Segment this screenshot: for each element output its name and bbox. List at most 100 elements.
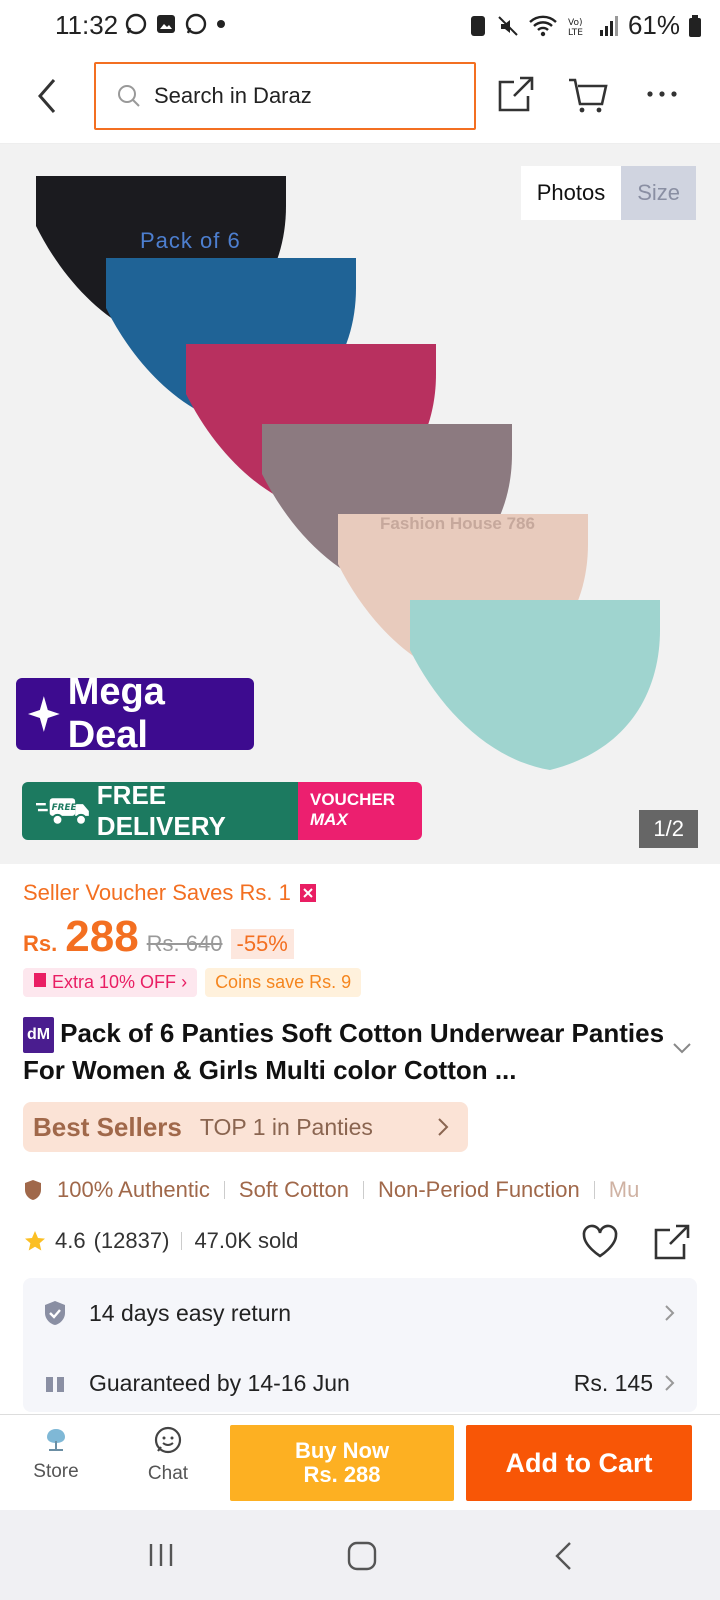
coins-promo[interactable]: Coins save Rs. 9 xyxy=(205,968,362,997)
delivery-fee: Rs. 145 xyxy=(573,1369,653,1396)
recent-apps-icon[interactable] xyxy=(146,1540,176,1575)
extra-off-promo[interactable]: Extra 10% OFF › xyxy=(23,968,198,997)
wishlist-heart-icon[interactable] xyxy=(580,1222,620,1262)
extra-off-text: Extra 10% OFF xyxy=(52,972,177,992)
system-icons: Vo) LTE 61% xyxy=(468,10,702,41)
rating-value: 4.6 xyxy=(55,1228,86,1253)
chat-button[interactable]: Chat xyxy=(136,1425,200,1485)
rating-count: (12837) xyxy=(93,1228,170,1253)
service-info: 14 days easy return Guaranteed by 14-16 … xyxy=(23,1278,697,1412)
whatsapp-icon xyxy=(125,13,147,35)
search-icon xyxy=(118,85,140,107)
best-sellers-banner[interactable]: Best Sellers TOP 1 in Panties xyxy=(23,1102,468,1152)
cart-icon[interactable] xyxy=(566,72,610,116)
free-delivery-text: FREE DELIVERY xyxy=(96,782,226,840)
media-toggle: Photos Size xyxy=(520,166,696,220)
product-title-text: Pack of 6 Panties Soft Cotton Underwear … xyxy=(23,1018,665,1085)
search-input[interactable]: Search in Daraz xyxy=(94,62,476,130)
chevron-right-icon xyxy=(665,1305,675,1321)
svg-text:Vo): Vo) xyxy=(568,18,582,28)
data-saver-icon xyxy=(470,15,485,36)
rating-row[interactable]: 4.6 (12837) 47.0K sold xyxy=(23,1228,298,1254)
chat-icon xyxy=(154,1426,182,1454)
current-price: 288 xyxy=(65,912,139,961)
delivery-text: Guaranteed by 14-16 Jun xyxy=(89,1369,350,1396)
whatsapp-icon xyxy=(185,13,207,35)
status-time: 11:32 xyxy=(55,10,119,40)
gallery-icon xyxy=(157,15,175,33)
home-icon[interactable] xyxy=(346,1540,378,1577)
bottom-action-bar: Store Chat Buy Now Rs. 288 Add to Cart xyxy=(0,1414,720,1510)
buy-now-button[interactable]: Buy Now Rs. 288 xyxy=(230,1425,454,1501)
authentic-shield-icon xyxy=(25,1180,41,1200)
price-row: Rs. 288 Rs. 640 -55% xyxy=(23,912,294,962)
back-arrow-icon[interactable] xyxy=(28,74,68,118)
seller-voucher-text: Seller Voucher Saves Rs. 1 xyxy=(23,880,291,905)
search-header: Search in Daraz xyxy=(0,52,720,144)
more-icon[interactable] xyxy=(640,72,684,116)
tab-size[interactable]: Size xyxy=(621,166,696,220)
tab-photos[interactable]: Photos xyxy=(520,166,622,220)
star-icon xyxy=(25,1231,45,1251)
buy-now-price: Rs. 288 xyxy=(303,1462,381,1487)
feature-tag: Non-Period Function xyxy=(377,1177,580,1202)
chat-label: Chat xyxy=(147,1463,189,1484)
feature-tags[interactable]: 100% Authentic Soft Cotton Non-Period Fu… xyxy=(23,1172,720,1208)
nav-back-icon[interactable] xyxy=(552,1540,576,1577)
watermark: Fashion House 786 xyxy=(380,514,535,533)
chevron-down-icon[interactable] xyxy=(670,1040,694,1056)
voucher-text: VOUCHER xyxy=(310,790,396,809)
feature-tag: Soft Cotton xyxy=(238,1177,349,1202)
discount-badge: -55% xyxy=(230,929,294,959)
store-icon xyxy=(47,1429,65,1451)
chevron-right-icon xyxy=(665,1375,675,1391)
share-icon[interactable] xyxy=(652,1222,692,1262)
voucher-icon xyxy=(34,973,46,987)
image-pager: 1/2 xyxy=(639,810,698,848)
best-sellers-rank: TOP 1 in Panties xyxy=(199,1113,373,1140)
delivery-row[interactable]: Guaranteed by 14-16 Jun Rs. 145 xyxy=(23,1348,697,1418)
buy-now-label: Buy Now xyxy=(294,1438,390,1463)
voucher-max-badge: VOUCHER MAX xyxy=(298,782,422,840)
feature-tag: Mu xyxy=(608,1177,640,1202)
svg-text:LTE: LTE xyxy=(568,28,583,38)
add-to-cart-button[interactable]: Add to Cart xyxy=(466,1425,692,1501)
notification-icons xyxy=(124,12,228,36)
chevron-right-icon xyxy=(438,1118,449,1136)
volte-icon: Vo)LTE xyxy=(568,18,583,38)
voucher-icon xyxy=(299,884,316,902)
svg-text:FREE: FREE xyxy=(52,803,77,813)
battery-percent: 61% xyxy=(627,10,680,40)
original-price: Rs. 640 xyxy=(146,931,223,956)
sold-count: 47.0K sold xyxy=(194,1228,299,1253)
product-image-gallery[interactable]: Pack of 6 Fashion House 786 Photos Size … xyxy=(0,144,720,864)
return-policy-row[interactable]: 14 days easy return xyxy=(23,1278,697,1348)
feature-tag: 100% Authentic xyxy=(57,1177,210,1202)
max-text: MAX xyxy=(310,810,348,829)
signal-icon xyxy=(599,15,618,36)
status-bar: 11:32 Vo) LTE 61% xyxy=(0,0,720,52)
best-sellers-label: Best Sellers xyxy=(33,1111,182,1142)
delivery-box-icon xyxy=(46,1374,64,1392)
dot-icon xyxy=(217,20,225,28)
chevron-right-icon: › xyxy=(181,972,188,992)
product-title[interactable]: dM Pack of 6 Panties Soft Cotton Underwea… xyxy=(23,1016,673,1087)
store-button[interactable]: Store xyxy=(24,1425,88,1483)
free-delivery-banner: FREE FREE DELIVERY VOUCHER MAX xyxy=(22,782,422,840)
dm-badge: dM xyxy=(23,1017,55,1053)
share-icon[interactable] xyxy=(494,72,538,116)
mega-deal-badge: Mega Deal xyxy=(16,671,254,756)
shield-check-icon xyxy=(45,1301,65,1325)
wifi-icon xyxy=(529,15,557,36)
battery-icon xyxy=(689,14,701,37)
mega-deal-text: Mega Deal xyxy=(67,671,165,756)
store-label: Store xyxy=(33,1461,79,1482)
search-placeholder: Search in Daraz xyxy=(154,83,312,108)
product-swatch xyxy=(410,600,660,770)
promo-row: Extra 10% OFF › Coins save Rs. 9 xyxy=(23,968,362,997)
seller-voucher[interactable]: Seller Voucher Saves Rs. 1 xyxy=(23,880,317,906)
mute-icon xyxy=(498,15,518,36)
pack-label: Pack of 6 xyxy=(140,228,241,253)
delivery-truck-icon: FREE xyxy=(36,798,89,826)
sparkle-icon xyxy=(27,696,60,732)
